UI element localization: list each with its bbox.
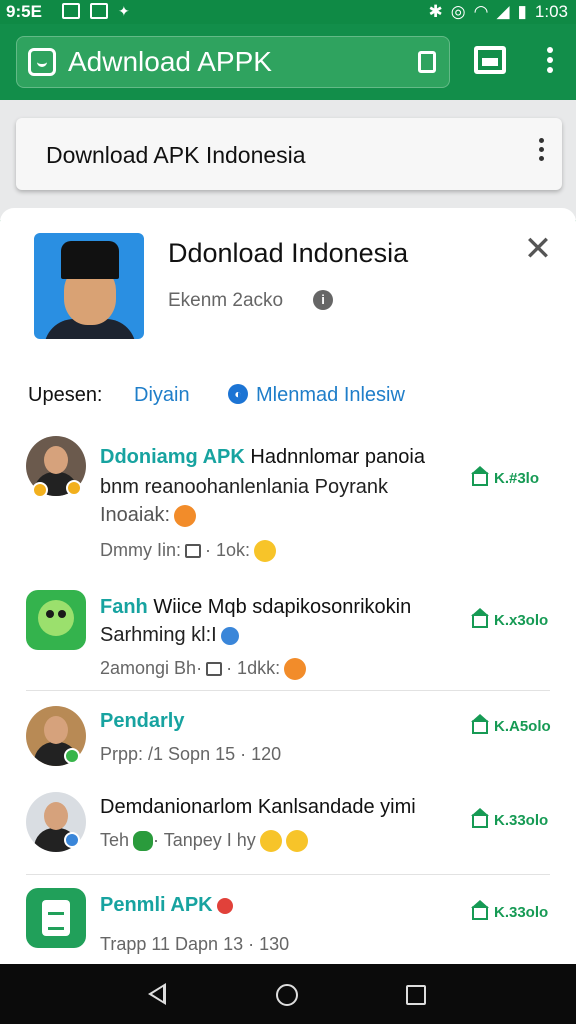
image-icon [90, 3, 108, 19]
home-icon [471, 900, 489, 921]
filter-link-primary[interactable]: Diyain [134, 384, 190, 407]
app-bar: Adwnload APPK [0, 24, 576, 100]
divider [26, 690, 550, 691]
battery-icon: ▮ [517, 2, 527, 21]
hands-emoji-icon [259, 830, 282, 853]
site-icon [28, 48, 56, 76]
smile-emoji-icon [285, 830, 308, 853]
item-line: Inoaiak: [100, 504, 197, 527]
system-nav-bar [0, 964, 576, 1024]
item-title: Ddoniamg APK Hadnnlomar panoia [100, 446, 425, 469]
item-title-highlight: Penmli APK [100, 894, 213, 916]
emoji-icon [254, 540, 277, 563]
item-meta: Trapp 11 Dapn 13 · 130 [100, 934, 290, 954]
notification-icons: ✦ [62, 3, 130, 20]
status-bar: 9:5E ✦ ✱ ◎ ◠ ◢ ▮ 1:03 [0, 0, 576, 24]
home-button-icon[interactable] [276, 984, 298, 1006]
item-title-rest: Hadnnlomar panoia [244, 446, 425, 468]
item-meta: Prpp: /1 Sopn 15 · 120 [100, 744, 282, 764]
item-title: Demdanionarlom Kanlsandade yimi [100, 796, 416, 819]
envelope-emoji-icon [284, 658, 307, 681]
item-title: Penmli APK [100, 894, 233, 917]
item-title: Fanh Wiice Mqb sdapikosonrikokin [100, 596, 411, 619]
item-title-highlight: Ddoniamg APK [100, 446, 245, 468]
gallery-icon [62, 3, 80, 19]
system-icons: ✱ ◎ ◠ ◢ ▮ 1:03 [429, 2, 568, 22]
globe-icon: ◐ [228, 384, 248, 404]
avatar [26, 590, 86, 650]
close-icon[interactable]: ✕ [522, 232, 554, 266]
home-icon [471, 466, 489, 487]
search-query-text: Download APK Indonesia [46, 142, 306, 168]
share-icon[interactable] [206, 662, 223, 677]
tab-switcher-icon[interactable] [418, 51, 436, 73]
share-icon[interactable] [185, 544, 201, 559]
info-icon[interactable]: i [313, 290, 333, 310]
info-badge-icon [220, 626, 239, 645]
list-item[interactable]: Ddoniamg APK Hadnnlomar panoia bnm reano… [0, 434, 576, 564]
battery-level: 1:03 [534, 2, 568, 21]
avatar [26, 888, 86, 948]
filter-label: Upesen: [28, 384, 103, 406]
item-meta: Dmmy Iin: · 1ok: [100, 540, 277, 563]
recents-icon[interactable] [406, 985, 426, 1005]
item-count: K.33olo [471, 900, 548, 921]
badge-icon [66, 480, 82, 496]
item-line: Sarhming kl:I [100, 624, 239, 647]
bolt-icon: ✦ [118, 3, 130, 19]
list-item[interactable]: Pendarly Prpp: /1 Sopn 15 · 120 K.A5olo [0, 704, 576, 774]
heart-eyes-emoji-icon [174, 504, 197, 527]
item-count: K.A5olo [471, 714, 551, 735]
clover-emoji-icon [133, 831, 154, 852]
filter-link-secondary[interactable]: Mlenmad Inlesiw [256, 384, 405, 407]
item-count: K.33olo [471, 808, 548, 829]
online-badge-icon [64, 748, 80, 764]
home-icon [471, 808, 489, 829]
profile-subtitle: Ekenm 2acko [168, 290, 284, 311]
alarm-icon: ◎ [450, 2, 466, 21]
item-count: K.#3lo [471, 466, 539, 487]
home-icon [471, 608, 489, 629]
item-meta: 2amongi Bh· · 1dkk: [100, 658, 307, 681]
bluetooth-icon: ✱ [428, 2, 443, 21]
home-icon [471, 714, 489, 735]
badge-icon [64, 832, 80, 848]
url-bar[interactable]: Adwnload APPK [16, 36, 450, 88]
signal-icon: ◢ [496, 2, 510, 21]
flower-emoji-icon [216, 897, 233, 914]
list-item[interactable]: Fanh Wiice Mqb sdapikosonrikokin Sarhmin… [0, 588, 576, 688]
back-icon[interactable] [148, 983, 166, 1005]
item-meta: Teh · Tanpey I hy [100, 830, 308, 853]
wifi-icon: ◠ [473, 2, 489, 21]
card-menu-icon[interactable] [534, 138, 548, 165]
badge-icon [32, 482, 48, 498]
list-item[interactable]: Demdanionarlom Kanlsandade yimi Teh · Tan… [0, 790, 576, 860]
status-time: 9:5E [6, 2, 42, 21]
item-title-highlight: Pendarly [100, 710, 185, 732]
profile-avatar[interactable] [34, 233, 144, 339]
folder-icon[interactable] [474, 46, 506, 74]
item-title: Pendarly [100, 710, 184, 733]
item-title-highlight: Fanh [100, 596, 148, 618]
overflow-menu-icon[interactable] [540, 44, 560, 80]
search-result-card[interactable]: Download APK Indonesia [16, 118, 562, 190]
profile-title: Ddonload Indonesia [168, 238, 409, 268]
item-title-rest: Demdanionarlom Kanlsandade yimi [100, 796, 416, 818]
list-item[interactable]: Penmli APK Trapp 11 Dapn 13 · 130 K.33ol… [0, 886, 576, 962]
divider [26, 874, 550, 875]
url-text: Adwnload APPK [68, 46, 272, 77]
item-line: bnm reanoohanlenlania Poyrank [100, 476, 388, 498]
item-title-rest: Wiice Mqb sdapikosonrikokin [147, 596, 412, 618]
bottom-sheet: Ddonload Indonesia Ekenm 2acko i ✕ Upese… [0, 208, 576, 964]
item-count: K.x3olo [471, 608, 548, 629]
search-area: Download APK Indonesia [0, 100, 576, 220]
